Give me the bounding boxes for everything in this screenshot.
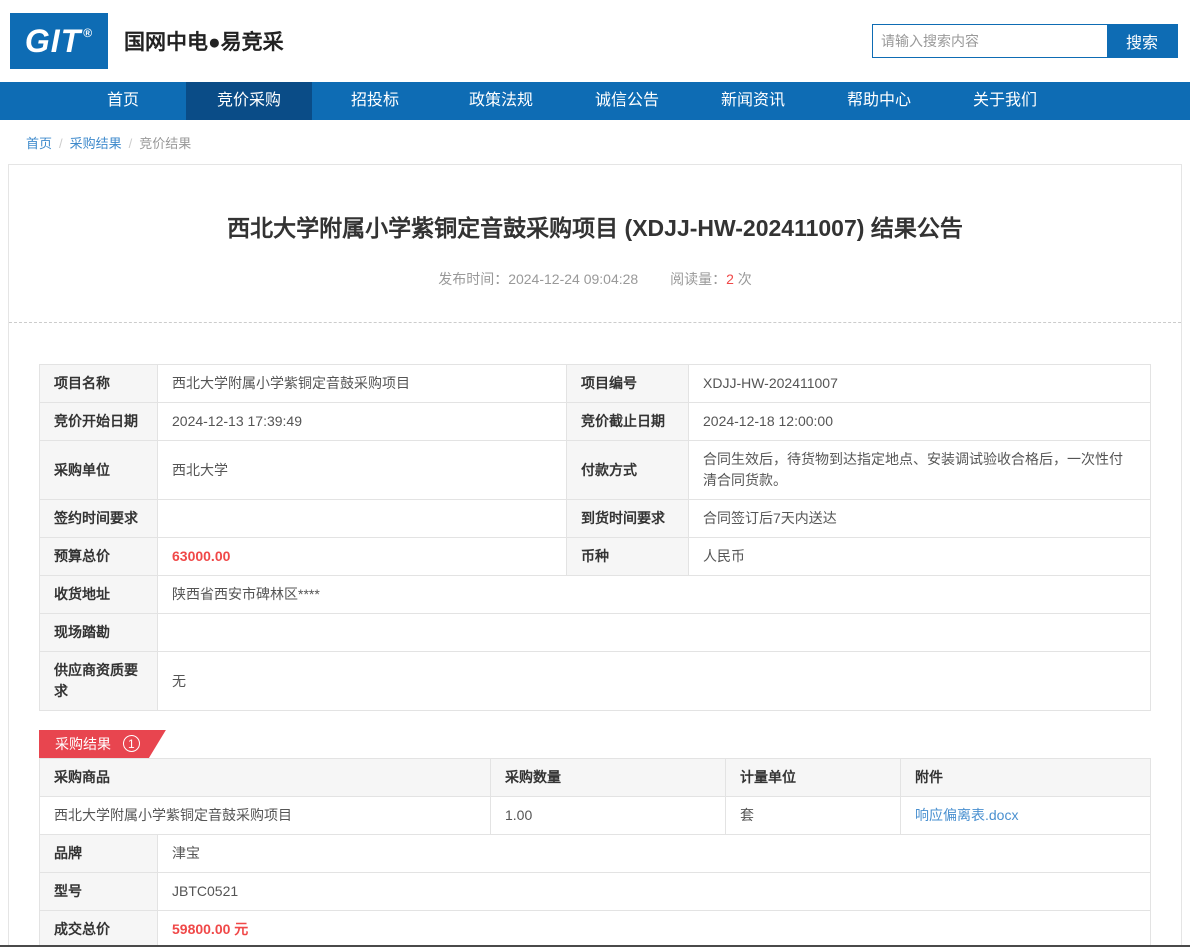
project-name-value: 西北大学附属小学紫铜定音鼓采购项目 [158, 365, 567, 403]
site-survey-value [158, 614, 1151, 652]
publish-time-value: 2024-12-24 09:04:28 [508, 271, 638, 287]
table-row: 项目名称 西北大学附属小学紫铜定音鼓采购项目 项目编号 XDJJ-HW-2024… [40, 365, 1151, 403]
unit-header: 计量单位 [726, 759, 901, 797]
table-row: 现场踏勘 [40, 614, 1151, 652]
table-row: 成交总价 59800.00 元 [40, 911, 1151, 949]
article-meta: 发布时间：2024-12-24 09:04:28 阅读量：2 次 [9, 269, 1181, 289]
project-number-label: 项目编号 [567, 365, 689, 403]
nav-item-home[interactable]: 首页 [60, 82, 186, 120]
quantity-header: 采购数量 [491, 759, 726, 797]
goods-header: 采购商品 [40, 759, 491, 797]
breadcrumb: 首页 / 采购结果 / 竞价结果 [0, 120, 1190, 164]
brand-value: 津宝 [158, 835, 1151, 873]
unit-value: 套 [726, 797, 901, 835]
supplier-qualification-value: 无 [158, 652, 1151, 711]
breadcrumb-separator: / [59, 136, 63, 151]
delivery-time-value: 合同签订后7天内送达 [689, 500, 1151, 538]
search-button[interactable]: 搜索 [1107, 25, 1177, 57]
views-count: 2 [726, 271, 734, 287]
announcement-panel: 西北大学附属小学紫铜定音鼓采购项目 (XDJJ-HW-202411007) 结果… [8, 164, 1182, 951]
breadcrumb-purchase-results[interactable]: 采购结果 [70, 136, 122, 151]
bid-start-label: 竞价开始日期 [40, 403, 158, 441]
bid-end-label: 竞价截止日期 [567, 403, 689, 441]
result-badge-number-icon: 1 [123, 735, 140, 752]
signing-time-label: 签约时间要求 [40, 500, 158, 538]
nav-item-integrity-notice[interactable]: 诚信公告 [564, 82, 690, 120]
delivery-address-label: 收货地址 [40, 576, 158, 614]
window-bottom-edge [0, 945, 1190, 951]
project-info-table: 项目名称 西北大学附属小学紫铜定音鼓采购项目 项目编号 XDJJ-HW-2024… [39, 364, 1151, 711]
breadcrumb-separator: / [129, 136, 133, 151]
nav-item-tendering[interactable]: 招投标 [312, 82, 438, 120]
nav-item-news[interactable]: 新闻资讯 [690, 82, 816, 120]
table-row: 品牌 津宝 [40, 835, 1151, 873]
main-nav: 首页 竞价采购 招投标 政策法规 诚信公告 新闻资讯 帮助中心 关于我们 [0, 82, 1190, 120]
table-row: 收货地址 陕西省西安市碑林区**** [40, 576, 1151, 614]
site-title: 国网中电●易竞采 [124, 26, 284, 56]
nav-item-policies[interactable]: 政策法规 [438, 82, 564, 120]
page-title: 西北大学附属小学紫铜定音鼓采购项目 (XDJJ-HW-202411007) 结果… [49, 209, 1141, 243]
payment-method-label: 付款方式 [567, 441, 689, 500]
project-number-value: XDJJ-HW-202411007 [689, 365, 1151, 403]
search-box: 搜索 [872, 24, 1178, 58]
deal-total-label: 成交总价 [40, 911, 158, 949]
nav-item-bidding-purchase[interactable]: 竞价采购 [186, 82, 312, 120]
logo-text: GIT [25, 23, 81, 60]
signing-time-value [158, 500, 567, 538]
site-survey-label: 现场踏勘 [40, 614, 158, 652]
brand-label: 品牌 [40, 835, 158, 873]
purchaser-label: 采购单位 [40, 441, 158, 500]
table-row: 采购单位 西北大学 付款方式 合同生效后，待货物到达指定地点、安装调试验收合格后… [40, 441, 1151, 500]
bid-end-value: 2024-12-18 12:00:00 [689, 403, 1151, 441]
table-header-row: 采购商品 采购数量 计量单位 附件 [40, 759, 1151, 797]
views-unit: 次 [738, 271, 752, 287]
table-row: 竞价开始日期 2024-12-13 17:39:49 竞价截止日期 2024-1… [40, 403, 1151, 441]
model-value: JBTC0521 [158, 873, 1151, 911]
supplier-qualification-label: 供应商资质要求 [40, 652, 158, 711]
purchaser-value: 西北大学 [158, 441, 567, 500]
model-label: 型号 [40, 873, 158, 911]
attachment-link[interactable]: 响应偏离表.docx [915, 807, 1018, 823]
table-row: 型号 JBTC0521 [40, 873, 1151, 911]
dashed-divider [9, 322, 1181, 323]
result-table: 采购商品 采购数量 计量单位 附件 西北大学附属小学紫铜定音鼓采购项目 1.00… [39, 758, 1151, 951]
result-section-badge: 采购结果 1 [39, 730, 166, 758]
table-row: 签约时间要求 到货时间要求 合同签订后7天内送达 [40, 500, 1151, 538]
views-label: 阅读量： [670, 271, 726, 287]
budget-total-label: 预算总价 [40, 538, 158, 576]
search-input[interactable] [873, 25, 1107, 57]
site-logo[interactable]: GIT® [10, 13, 108, 69]
result-badge-label: 采购结果 [55, 736, 111, 752]
deal-total-value: 59800.00 元 [158, 911, 1151, 949]
nav-item-help-center[interactable]: 帮助中心 [816, 82, 942, 120]
goods-name-value: 西北大学附属小学紫铜定音鼓采购项目 [40, 797, 491, 835]
site-header: GIT® 国网中电●易竞采 搜索 [0, 0, 1190, 82]
project-name-label: 项目名称 [40, 365, 158, 403]
attachment-header: 附件 [901, 759, 1151, 797]
table-row: 供应商资质要求 无 [40, 652, 1151, 711]
table-row: 西北大学附属小学紫铜定音鼓采购项目 1.00 套 响应偏离表.docx [40, 797, 1151, 835]
quantity-value: 1.00 [491, 797, 726, 835]
budget-total-value: 63000.00 [158, 538, 567, 576]
breadcrumb-home[interactable]: 首页 [26, 136, 52, 151]
payment-method-value: 合同生效后，待货物到达指定地点、安装调试验收合格后，一次性付清合同货款。 [689, 441, 1151, 500]
attachment-cell: 响应偏离表.docx [901, 797, 1151, 835]
breadcrumb-current: 竞价结果 [139, 136, 191, 151]
table-row: 预算总价 63000.00 币种 人民币 [40, 538, 1151, 576]
delivery-time-label: 到货时间要求 [567, 500, 689, 538]
nav-item-about-us[interactable]: 关于我们 [942, 82, 1068, 120]
publish-time-label: 发布时间： [438, 271, 508, 287]
bid-start-value: 2024-12-13 17:39:49 [158, 403, 567, 441]
currency-label: 币种 [567, 538, 689, 576]
delivery-address-value: 陕西省西安市碑林区**** [158, 576, 1151, 614]
currency-value: 人民币 [689, 538, 1151, 576]
registered-trademark-icon: ® [83, 26, 93, 40]
